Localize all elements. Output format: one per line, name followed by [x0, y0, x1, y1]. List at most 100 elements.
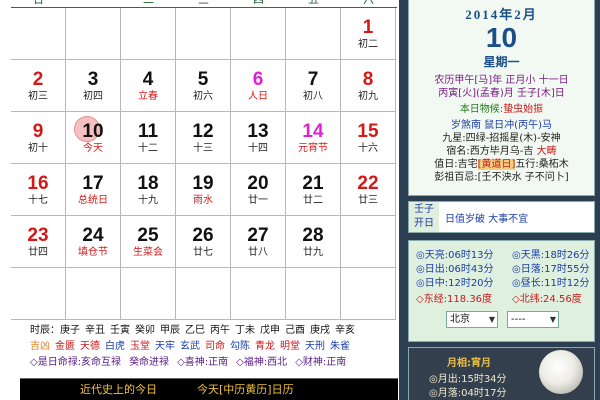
day-number: 25: [137, 225, 159, 246]
moonset-time: ◎月落:04时17分: [429, 388, 507, 399]
hour-god: 白虎: [105, 341, 125, 352]
day-cell[interactable]: 24 填仓节: [66, 216, 121, 268]
day-cell[interactable]: 23 廿四: [11, 216, 66, 268]
lunar-day-label: 廿二: [303, 195, 323, 206]
yiji-label-line1: 壬子: [414, 204, 434, 215]
bottom-link[interactable]: 今天[中历黄历]日历: [197, 383, 294, 396]
bottom-link[interactable]: 近代史上的今日: [80, 383, 157, 396]
day-cell[interactable]: 4 立春: [121, 60, 176, 112]
lunar-day-label: 十四: [248, 143, 268, 154]
geo-row: ◇东经:118.36度 ◇北纬:24.56度: [416, 293, 582, 306]
day-cell[interactable]: 27 廿八: [231, 216, 286, 268]
day-cell[interactable]: 14 元宵节: [286, 112, 341, 164]
yiji-text: 日值岁破 大事不宜: [445, 214, 529, 225]
day-cell[interactable]: 3 初四: [66, 60, 121, 112]
sunrise-time: ◎日出:06时43分: [416, 264, 494, 275]
chevron-down-icon: ▼: [549, 315, 556, 324]
moon-box: 月相:宵月 ◎月出:15时34分 ◎月落:04时17分: [408, 347, 595, 400]
day-number: 7: [307, 69, 319, 90]
day-cell[interactable]: 18 十九: [121, 164, 176, 216]
lunar-day-label: 初三: [28, 91, 48, 102]
weekday-header: 三: [176, 0, 231, 5]
hour-god: 青龙: [255, 341, 275, 352]
day-cell[interactable]: 16 十七: [11, 164, 66, 216]
lunar-day-label: 十六: [358, 143, 378, 154]
hour-ganzhi: 丙午: [210, 325, 230, 336]
empty-day-cell: [286, 8, 341, 60]
weekday-header: 日: [11, 0, 66, 5]
phenology-value: 蛰虫始振: [503, 104, 544, 115]
district-select[interactable]: ---- ▼: [507, 311, 559, 328]
day-cell[interactable]: 17 总统日: [66, 164, 121, 216]
day-cell[interactable]: 7 初八: [286, 60, 341, 112]
day-number: 28: [302, 225, 324, 246]
hour-god: 玉堂: [130, 341, 150, 352]
empty-day-cell: [231, 8, 286, 60]
empty-day-cell: [176, 268, 231, 320]
noon-time: ◎日中:12时20分: [416, 278, 494, 289]
day-cell[interactable]: 22 廿三: [341, 164, 396, 216]
yiji-label: 壬子 开日: [409, 202, 439, 232]
lunar-day-label: 总统日: [78, 195, 108, 206]
sun-row-rise: ◎日出:06时43分 ◎日落:17时55分: [416, 263, 590, 276]
empty-day-cell: [11, 8, 66, 60]
day-number: 24: [82, 225, 104, 246]
day-cell[interactable]: 15 十六: [341, 112, 396, 164]
weekday-header: 二: [121, 0, 176, 5]
duty-label: 值日:吉宅: [434, 159, 478, 170]
day-number: 1: [362, 17, 374, 38]
lunar-day-label: 元宵节: [298, 143, 328, 154]
city-select-value: 北京: [450, 314, 470, 325]
day-cell[interactable]: 2 初三: [11, 60, 66, 112]
phenology: 本日物候:蛰虫始振: [409, 103, 594, 116]
day-cell[interactable]: 11 十二: [121, 112, 176, 164]
day-cell[interactable]: 19 雨水: [176, 164, 231, 216]
lunar-day-label: 初二: [358, 39, 378, 50]
day-cell[interactable]: 26 廿七: [176, 216, 231, 268]
almanac-panel: 2014年2月 10 星期一 农历甲午[马]年 正月小 十一日 丙寅[火](孟春…: [399, 0, 600, 400]
city-select[interactable]: 北京 ▼: [446, 311, 498, 328]
day-cell[interactable]: 28 廿九: [286, 216, 341, 268]
day-cell[interactable]: 6 人日: [231, 60, 286, 112]
day-cell[interactable]: 12 十三: [176, 112, 231, 164]
hour-ganzhi: 丁未: [235, 325, 255, 336]
day-number: 10: [82, 121, 104, 142]
empty-day-cell: [66, 8, 121, 60]
day-number: 27: [247, 225, 269, 246]
day-cell[interactable]: 1 初二: [341, 8, 396, 60]
day-cell[interactable]: 20 廿一: [231, 164, 286, 216]
day-god-item: ◇财神:正南: [295, 357, 347, 368]
day-cell[interactable]: 21 廿二: [286, 164, 341, 216]
day-cell[interactable]: 25 生菜会: [121, 216, 176, 268]
calendar-panel: 日一二三四五六 1初二2初三3初四4立春5初六6人日7初八8初九9初十10今天1…: [0, 0, 398, 400]
hour-ganzhi: 戊申: [260, 325, 280, 336]
sun-row-dawn: ◎天亮:06时13分 ◎天黑:18时26分: [416, 249, 590, 262]
weekday-header: 一: [66, 0, 121, 5]
lunar-day-label: 十九: [138, 195, 158, 206]
lunar-day-label: 十七: [28, 195, 48, 206]
day-number: 23: [27, 225, 49, 246]
lunar-day-label: 初六: [193, 91, 213, 102]
latitude: ◇北纬:24.56度: [512, 294, 582, 305]
day-god-item: 癸命进禄: [129, 357, 170, 368]
day-cell[interactable]: 8 初九: [341, 60, 396, 112]
lunar-day-label: 廿四: [28, 247, 48, 258]
weekday-header-row: 日一二三四五六: [0, 0, 398, 6]
lunar-mansion-info: 宿名:西方毕月乌-吉 大畴: [409, 145, 594, 158]
moon-phase-image: [539, 350, 583, 394]
day-cell[interactable]: 9 初十: [11, 112, 66, 164]
sun-row-noon: ◎日中:12时20分 ◎昼长:11时12分: [416, 277, 590, 290]
day-cell[interactable]: 10 今天: [66, 112, 121, 164]
nine-star-info: 九星:四绿-招摇星(木)-安神: [442, 133, 561, 144]
lunar-day-label: 廿九: [303, 247, 323, 258]
day-cell[interactable]: 5 初六: [176, 60, 231, 112]
day-number: 15: [357, 121, 379, 142]
duty-info: 值日:吉宅[黄道日]五行:桑柘木: [409, 158, 594, 171]
hour-god: 勾陈: [230, 341, 250, 352]
empty-day-cell: [121, 268, 176, 320]
day-cell[interactable]: 13 十四: [231, 112, 286, 164]
day-number: 9: [32, 121, 44, 142]
ganzhi-date: 丙寅[火](孟春)月 壬子[木]日: [438, 88, 565, 99]
hour-god: 明堂: [280, 341, 300, 352]
lunar-day-label: 廿三: [358, 195, 378, 206]
